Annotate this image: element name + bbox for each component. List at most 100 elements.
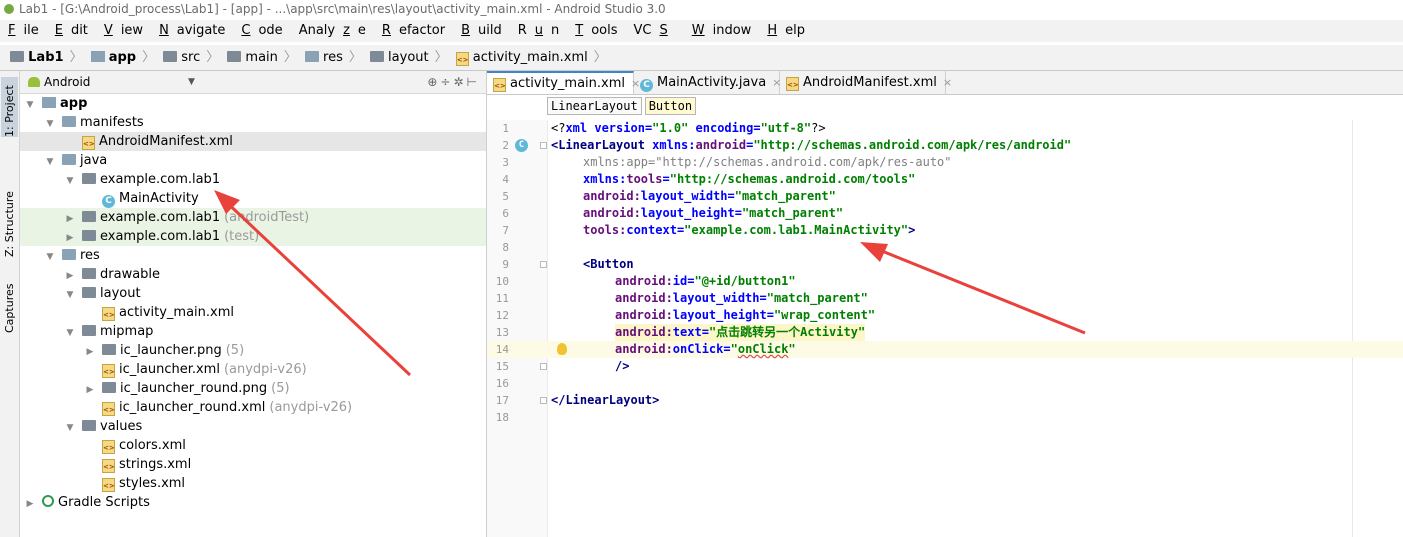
tree-node-ic-launcher-round-png[interactable]: ▶ ic_launcher_round.png (5) — [20, 379, 486, 398]
menu-item[interactable]: VC S — [626, 20, 684, 42]
close-icon[interactable]: × — [943, 76, 952, 89]
menu-item[interactable]: Code — [233, 20, 290, 42]
menu-item[interactable]: View — [96, 20, 151, 42]
tree-node-activity-main[interactable]: <> activity_main.xml — [20, 303, 486, 322]
sync-icon[interactable]: ⊕ — [427, 75, 440, 89]
tree-node-layout[interactable]: ▼ layout — [20, 284, 486, 303]
tree-node-colors[interactable]: <> colors.xml — [20, 436, 486, 455]
tree-node-ic-launcher-xml[interactable]: <> ic_launcher.xml (anydpi-v26) — [20, 360, 486, 379]
tree-node-label: styles.xml — [119, 476, 186, 491]
xml-file-icon: <> — [82, 136, 95, 150]
menu-item[interactable]: File — [0, 20, 47, 42]
tree-node-manifests[interactable]: ▼ manifests — [20, 113, 486, 132]
tree-node-styles[interactable]: <> styles.xml — [20, 474, 486, 493]
folder-icon — [82, 211, 96, 222]
code-line: 16 — [495, 377, 509, 390]
code-line: 17 </LinearLayout> — [495, 393, 660, 407]
tree-node-package-test[interactable]: ▶ example.com.lab1 (test) — [20, 227, 486, 246]
tree-node-label: java — [80, 153, 108, 168]
project-view-select[interactable]: Android — [44, 75, 90, 89]
tree-node-extra: (test) — [224, 229, 260, 244]
code-line: 10 android:id="@+id/button1" — [495, 274, 796, 288]
fold-icon[interactable] — [540, 397, 547, 404]
breadcrumb-separator: 〉 — [283, 50, 297, 65]
code-line: 3 xmlns:app="http://schemas.android.com/a… — [502, 155, 952, 169]
tree-node-strings[interactable]: <> strings.xml — [20, 455, 486, 474]
tab-project[interactable]: 1: Project — [1, 77, 18, 137]
menu-item[interactable]: Analy z e — [291, 20, 374, 42]
breadcrumb-activity-main[interactable]: <> activity_main.xml — [455, 45, 588, 70]
lightbulb-icon[interactable] — [557, 343, 567, 355]
tree-node-ic-launcher-round-xml[interactable]: <> ic_launcher_round.xml (anydpi-v26) — [20, 398, 486, 417]
tree-node-java[interactable]: ▼ java — [20, 151, 486, 170]
tree-node-mainactivity[interactable]: C MainActivity — [20, 189, 486, 208]
breadcrumb-res[interactable]: res — [305, 45, 343, 70]
tree-node-extra: (anydpi-v26) — [269, 400, 353, 415]
tree-node-package[interactable]: ▼ example.com.lab1 — [20, 170, 486, 189]
xml-file-icon: <> — [102, 402, 115, 416]
editor-tabs: <> activity_main.xml × C MainActivity.java ×… — [487, 71, 1403, 95]
breadcrumb-src[interactable]: src — [163, 45, 200, 70]
tree-node-label: ic_launcher_round.xml — [119, 400, 266, 415]
editor-area: <> activity_main.xml × C MainActivity.java ×… — [487, 71, 1403, 537]
tab-structure[interactable]: Z: Structure — [1, 169, 18, 257]
menu-item[interactable]: Run — [510, 20, 568, 42]
tag-crumb-button[interactable]: Button — [644, 97, 697, 115]
folder-icon — [163, 51, 178, 62]
menu-item[interactable]: Tools — [567, 20, 625, 42]
fold-icon[interactable] — [540, 261, 547, 268]
tab-mainactivity-java[interactable]: C MainActivity.java × — [634, 71, 781, 94]
tree-node-values[interactable]: ▼ values — [20, 417, 486, 436]
folder-icon — [227, 51, 242, 62]
collapse-icon[interactable]: ÷ — [440, 75, 453, 89]
code-line: 2 C <LinearLayout xmlns:android="http://sc… — [502, 138, 1072, 152]
code-line: 13 android:text="点击跳转另一个Activity" — [495, 324, 866, 341]
tree-node-package-androidtest[interactable]: ▶ example.com.lab1 (androidTest) — [20, 208, 486, 227]
breadcrumb-main[interactable]: main — [227, 45, 278, 70]
tab-activity-main-xml[interactable]: <> activity_main.xml × — [487, 71, 640, 94]
menu-item[interactable]: Refactor — [374, 20, 453, 42]
menu-bar: File Edit View Navigate Code Analy z e Refactor B… — [0, 20, 1403, 42]
tree-node-label: ic_launcher_round.png — [120, 381, 268, 396]
tree-node-label: values — [100, 419, 143, 434]
code-line: 7 tools:context="example.com.lab1.MainAct… — [502, 223, 916, 237]
breadcrumb-app[interactable]: app — [90, 45, 136, 70]
menu-item[interactable]: Navigate — [151, 20, 233, 42]
tree-node-drawable[interactable]: ▶ drawable — [20, 265, 486, 284]
hide-icon[interactable]: ⊢ — [467, 75, 480, 89]
class-gutter-icon[interactable]: C — [515, 139, 528, 152]
xml-file-icon: <> — [102, 459, 115, 473]
fold-icon[interactable] — [540, 363, 547, 370]
xml-file-icon: <> — [102, 364, 115, 378]
gear-icon[interactable]: ✲ — [453, 75, 466, 89]
breadcrumb-lab1[interactable]: Lab1 — [10, 45, 64, 70]
tree-node-label: layout — [100, 286, 141, 301]
class-icon: C — [640, 79, 653, 92]
menu-item[interactable]: Window — [684, 20, 760, 42]
tree-node-res[interactable]: ▼ res — [20, 246, 486, 265]
breadcrumb-separator: 〉 — [593, 50, 607, 65]
tree-node-mipmap[interactable]: ▼ mipmap — [20, 322, 486, 341]
chevron-down-icon[interactable]: ▼ — [188, 71, 195, 93]
tree-node-label: example.com.lab1 — [100, 172, 221, 187]
tree-node-extra: (5) — [225, 343, 245, 358]
breadcrumb-separator: 〉 — [69, 50, 83, 65]
folder-icon — [82, 230, 96, 241]
tag-crumb-linearlayout[interactable]: LinearLayout — [547, 97, 642, 115]
code-line: 9 <Button — [502, 257, 634, 271]
menu-item[interactable]: Edit — [47, 20, 96, 42]
folder-icon — [62, 116, 76, 127]
menu-item[interactable]: Help — [759, 20, 813, 42]
breadcrumb-layout[interactable]: layout — [370, 45, 429, 70]
tab-androidmanifest-xml[interactable]: <> AndroidManifest.xml × — [780, 71, 952, 94]
menu-item[interactable]: Build — [453, 20, 510, 42]
tree-node-label: colors.xml — [119, 438, 186, 453]
tree-node-androidmanifest[interactable]: <> AndroidManifest.xml — [20, 132, 486, 151]
tab-captures[interactable]: Captures — [1, 265, 18, 333]
fold-icon[interactable] — [540, 142, 547, 149]
tree-node-ic-launcher-png[interactable]: ▶ ic_launcher.png (5) — [20, 341, 486, 360]
tree-node-label: ic_launcher.xml — [119, 362, 220, 377]
chevron-right-icon[interactable]: ▶ — [24, 495, 36, 514]
tree-node-gradle-scripts[interactable]: ▶ Gradle Scripts — [20, 493, 486, 512]
tree-node-app[interactable]: ▼ app — [20, 94, 486, 113]
